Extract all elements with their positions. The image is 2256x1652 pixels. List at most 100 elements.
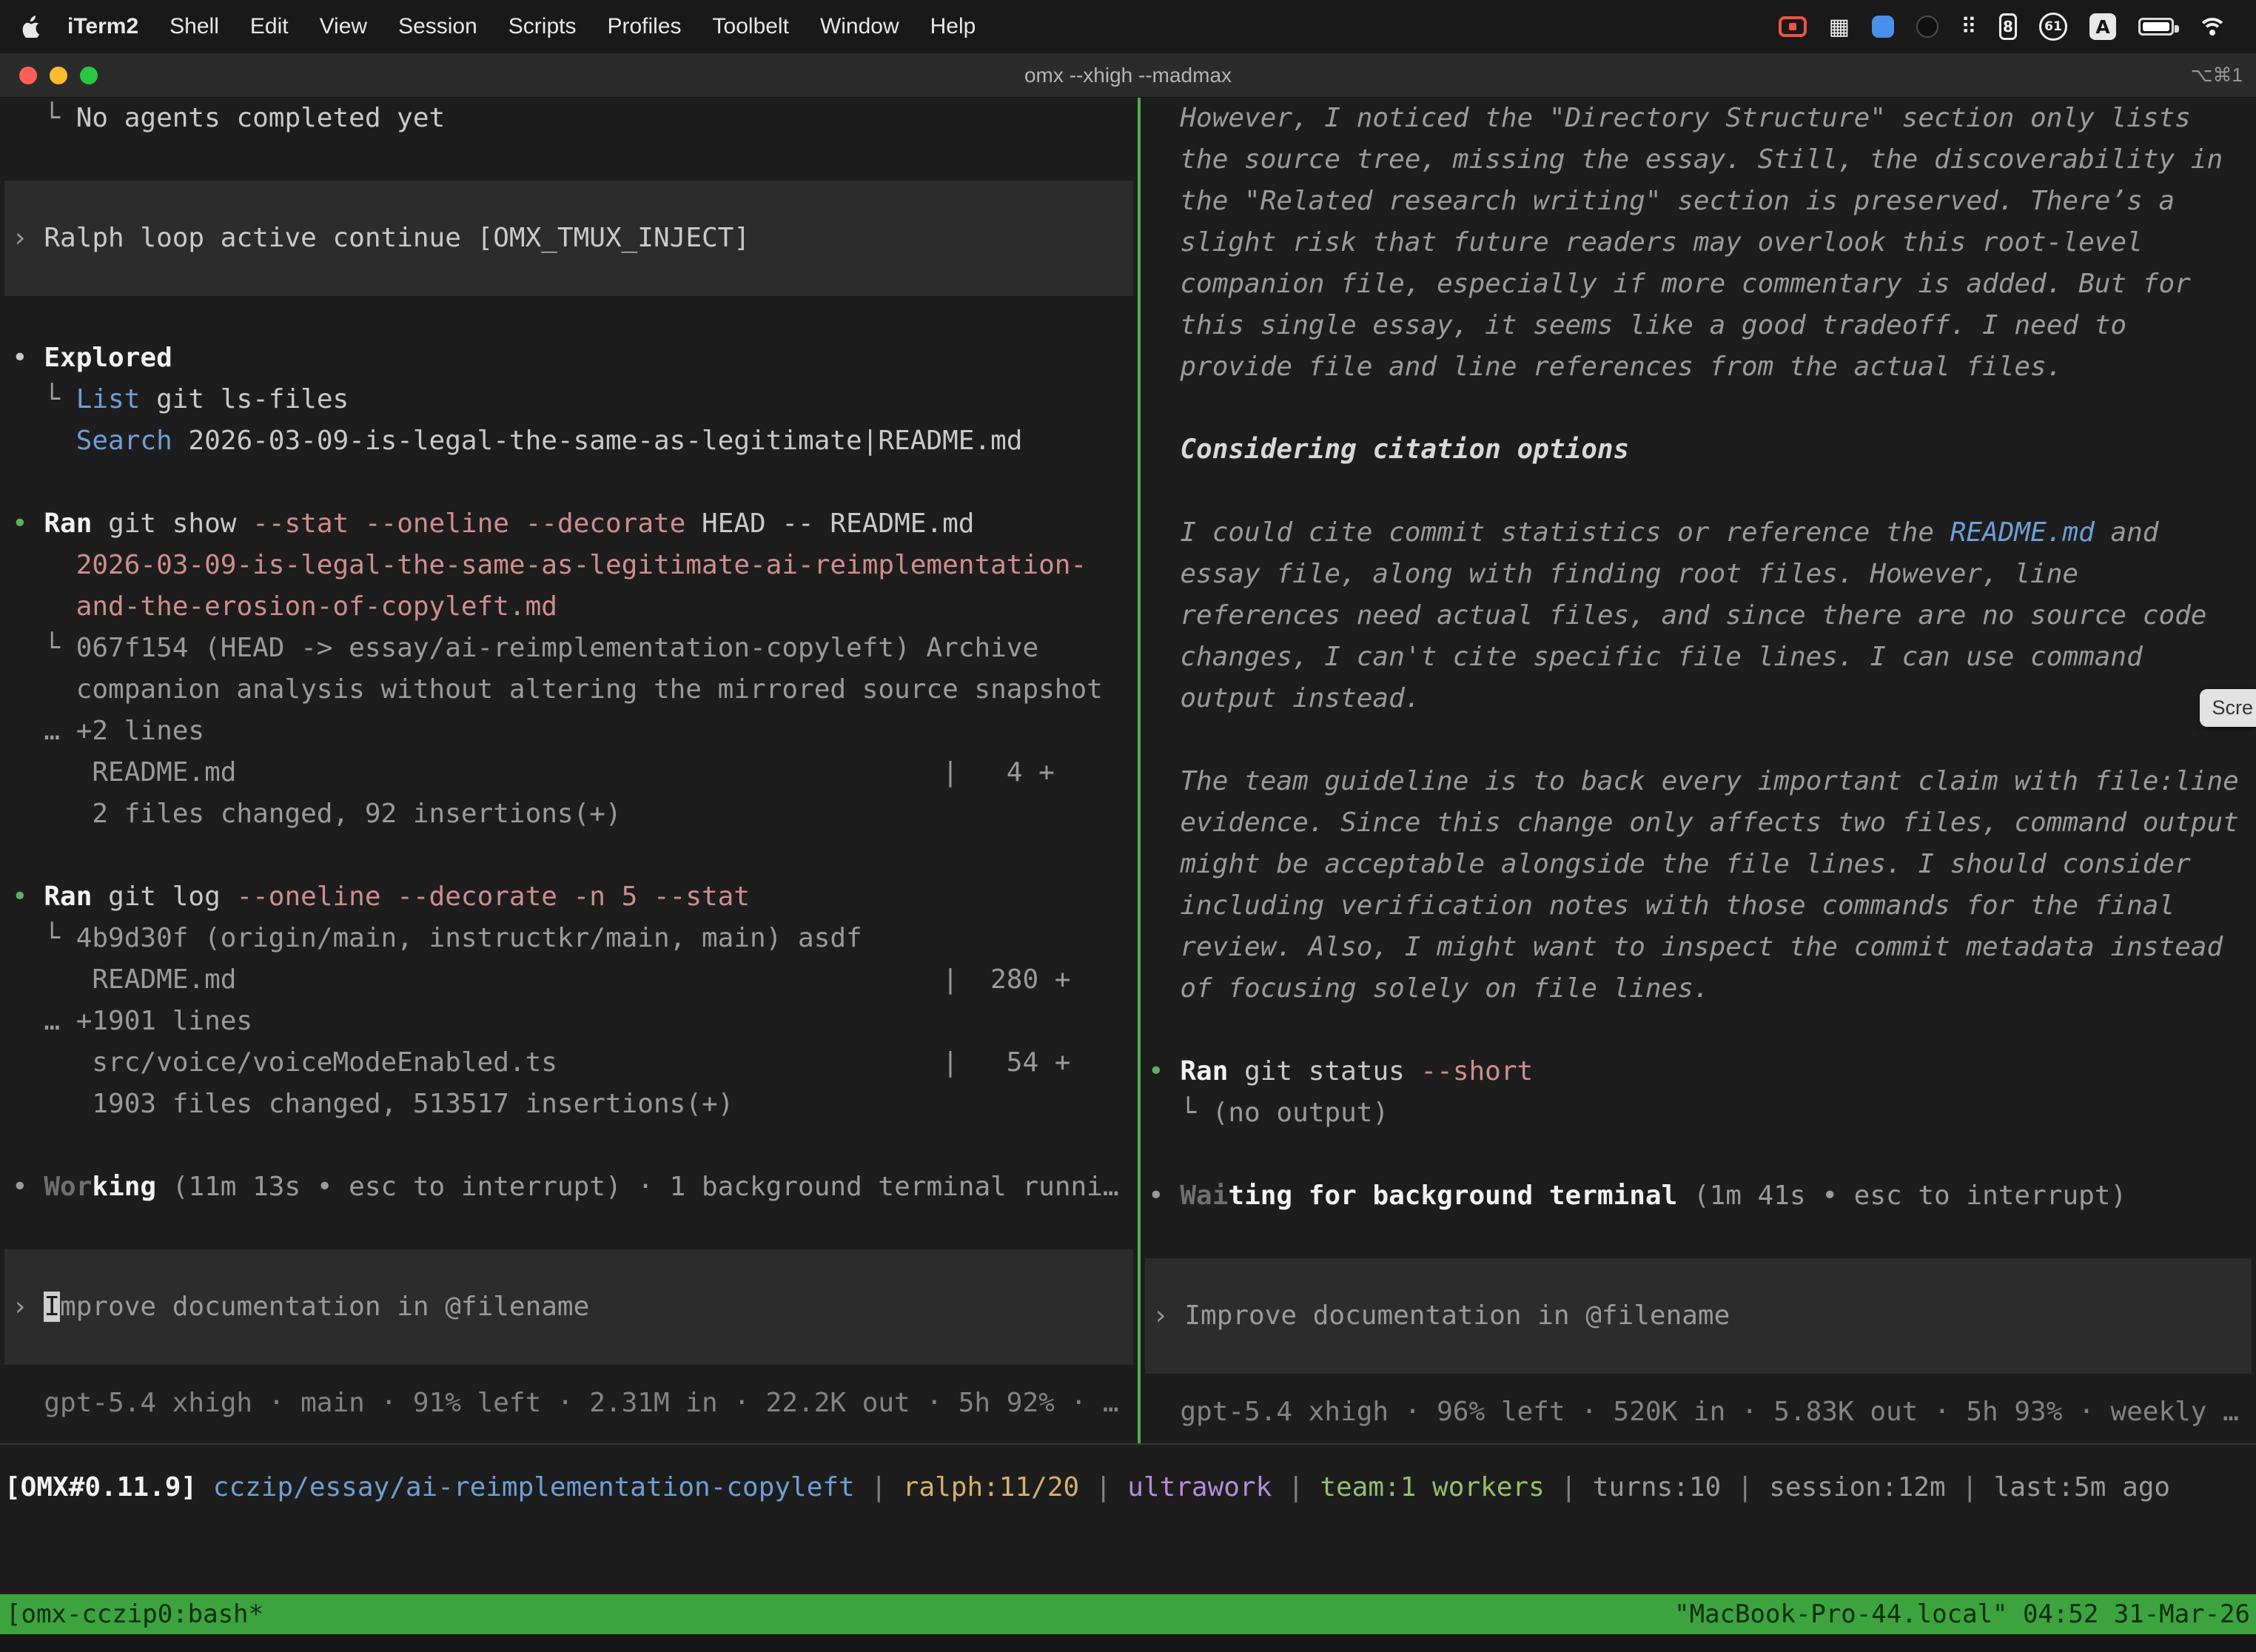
blank-line — [0, 1125, 1138, 1166]
text-segment: and — [2095, 517, 2159, 548]
text-segment: ting for background terminal — [1228, 1181, 1677, 1211]
traffic-lights — [0, 67, 98, 84]
explored-list-line: └ List git ls-files — [0, 379, 1138, 420]
text-segment: and-the-erosion-of-copyleft.md — [76, 591, 557, 622]
terminal-line: provide file and line references from th… — [1141, 346, 2256, 388]
raycast-icon[interactable] — [1872, 16, 1894, 38]
blank-line — [1141, 471, 2256, 512]
text-segment — [1148, 434, 1180, 465]
text-segment: 1903 files changed, 513517 insertions(+) — [12, 1089, 733, 1119]
omx-last-activity: last:5m ago — [1994, 1472, 2170, 1502]
text-segment: However, I noticed the "Directory Struct… — [1148, 103, 2191, 133]
prompt-input-left-text: › Improve documentation in @filename — [4, 1286, 1133, 1328]
screen-recording-indicator-icon[interactable] — [1779, 16, 1807, 37]
blank-line — [1141, 1134, 2256, 1175]
terminal-line: companion file, especially if more comme… — [1141, 263, 2256, 305]
terminal-line: README.md | 4 + — [0, 752, 1138, 793]
text-segment: README.md | 4 + — [12, 757, 1055, 788]
menu-item-toolbelt[interactable]: Toolbelt — [697, 14, 805, 38]
record-dot — [1789, 23, 1796, 30]
app-grid-icon[interactable]: ⠿ — [1961, 14, 1977, 40]
menu-items: iTerm2ShellEditViewSessionScriptsProfile… — [52, 14, 991, 39]
ralph-loop-banner-text: › Ralph loop active continue [OMX_TMUX_I… — [4, 218, 1133, 259]
terminal-line: The team guideline is to back every impo… — [1141, 761, 2256, 802]
text-segment: • — [12, 1172, 44, 1202]
text-segment: • — [12, 508, 44, 539]
apple-menu-icon[interactable] — [22, 16, 41, 38]
menu-bar: iTerm2ShellEditViewSessionScriptsProfile… — [0, 0, 2256, 53]
thinking-heading: Considering citation options — [1141, 429, 2256, 471]
text-segment: git show — [92, 508, 236, 539]
text-segment — [12, 426, 76, 456]
ralph-loop-banner: › Ralph loop active continue [OMX_TMUX_I… — [4, 181, 1133, 296]
text-segment: Ran — [44, 882, 92, 912]
prompt-input-right[interactable]: › Improve documentation in @filename — [1145, 1258, 2252, 1374]
text-segment: evidence. Since this change only affects… — [1148, 807, 2239, 838]
menu-item-profiles[interactable]: Profiles — [591, 14, 696, 38]
text-segment: companion analysis without altering the … — [12, 674, 1103, 705]
prompt-input-left[interactable]: › Improve documentation in @filename — [4, 1249, 1133, 1365]
text-segment: (1m 41s • esc to interrupt) — [1677, 1181, 2126, 1211]
screen-overlay-button[interactable]: Scre — [2200, 689, 2256, 727]
tmux-window-list[interactable]: [omx-cczip0:bash* — [6, 1599, 263, 1629]
text-segment: | — [1721, 1472, 1769, 1502]
window-grid-icon[interactable]: ▦ — [1829, 14, 1850, 40]
window-titlebar: omx --xhigh --madmax ⌥⌘1 — [0, 53, 2256, 98]
text-segment: Improve documentation in @filename — [1184, 1300, 1730, 1331]
text-segment: … +2 lines — [12, 716, 204, 746]
agents-status-line: └ No agents completed yet — [0, 98, 1138, 139]
zoom-window-button[interactable] — [80, 67, 98, 84]
omx-turns: turns:10 — [1593, 1472, 1721, 1502]
text-segment: Wor — [44, 1172, 92, 1202]
terminal-line: of focusing solely on file lines. — [1141, 968, 2256, 1010]
text-segment — [12, 550, 76, 580]
menu-item-session[interactable]: Session — [383, 14, 493, 38]
text-segment: --oneline --decorate -n 5 --stat — [221, 882, 750, 912]
text-segment: HEAD -- README.md — [685, 508, 974, 539]
text-segment: 4b9d30f (origin/main, instructkr/main, m… — [76, 923, 862, 953]
wifi-icon[interactable] — [2196, 15, 2229, 38]
menu-item-scripts[interactable]: Scripts — [493, 14, 592, 38]
menu-item-view[interactable]: View — [304, 14, 383, 38]
waiting-status: • Waiting for background terminal (1m 41… — [1141, 1175, 2256, 1217]
text-segment: └ — [12, 633, 76, 663]
dark-app-icon[interactable] — [1916, 16, 1938, 38]
text-segment: • — [1148, 1056, 1180, 1087]
menu-item-window[interactable]: Window — [805, 14, 915, 38]
text-segment: | — [1079, 1472, 1127, 1502]
battery-icon[interactable] — [2138, 18, 2174, 36]
menu-item-edit[interactable]: Edit — [235, 14, 304, 38]
text-segment: └ — [1148, 1098, 1212, 1128]
left-pane[interactable]: └ No agents completed yet › Ralph loop a… — [0, 98, 1138, 1443]
text-segment: the source tree, missing the essay. Stil… — [1148, 144, 2223, 175]
terminal-line: 1903 files changed, 513517 insertions(+) — [0, 1084, 1138, 1125]
omx-status-section: [OMX#0.11.9] cczip/essay/ai-reimplementa… — [0, 1443, 2256, 1594]
terminal-line: this single essay, it seems like a good … — [1141, 305, 2256, 346]
menu-item-iterm2[interactable]: iTerm2 — [52, 14, 154, 38]
text-segment: git ls-files — [140, 384, 349, 414]
text-segment: Considering citation options — [1180, 434, 1629, 465]
keypad-icon[interactable]: 8 — [1999, 13, 2017, 40]
right-pane[interactable]: However, I noticed the "Directory Struct… — [1141, 98, 2256, 1443]
close-window-button[interactable] — [19, 67, 37, 84]
menu-item-help[interactable]: Help — [915, 14, 992, 38]
menu-item-shell[interactable]: Shell — [154, 14, 235, 38]
text-segment: references need actual files, and since … — [1148, 600, 2206, 631]
battery-percent-icon[interactable]: 61 — [2039, 13, 2067, 41]
text-segment: Ralph loop active continue [OMX_TMUX_INJ… — [44, 223, 750, 253]
minimize-window-button[interactable] — [50, 67, 67, 84]
terminal-line: 2026-03-09-is-legal-the-same-as-legitima… — [0, 545, 1138, 586]
text-segment: … +1901 lines — [12, 1006, 252, 1036]
tmux-host-clock: "MacBook-Pro-44.local" 04:52 31-Mar-26 — [1674, 1599, 2250, 1629]
text-segment: Wai — [1180, 1181, 1228, 1211]
omx-ralph-counter: ralph:11/20 — [903, 1472, 1079, 1502]
input-source-icon[interactable]: A — [2089, 13, 2116, 40]
text-segment: └ — [12, 384, 76, 414]
text-segment: I could cite commit statistics or refere… — [1148, 517, 1950, 548]
text-segment: (no output) — [1212, 1098, 1389, 1128]
terminal-line: However, I noticed the "Directory Struct… — [1141, 98, 2256, 139]
explored-header: • Explored — [0, 338, 1138, 379]
terminal-line: output instead. — [1141, 678, 2256, 719]
blank-line — [1141, 1010, 2256, 1051]
tmux-status-bar: [omx-cczip0:bash* "MacBook-Pro-44.local"… — [0, 1594, 2256, 1634]
